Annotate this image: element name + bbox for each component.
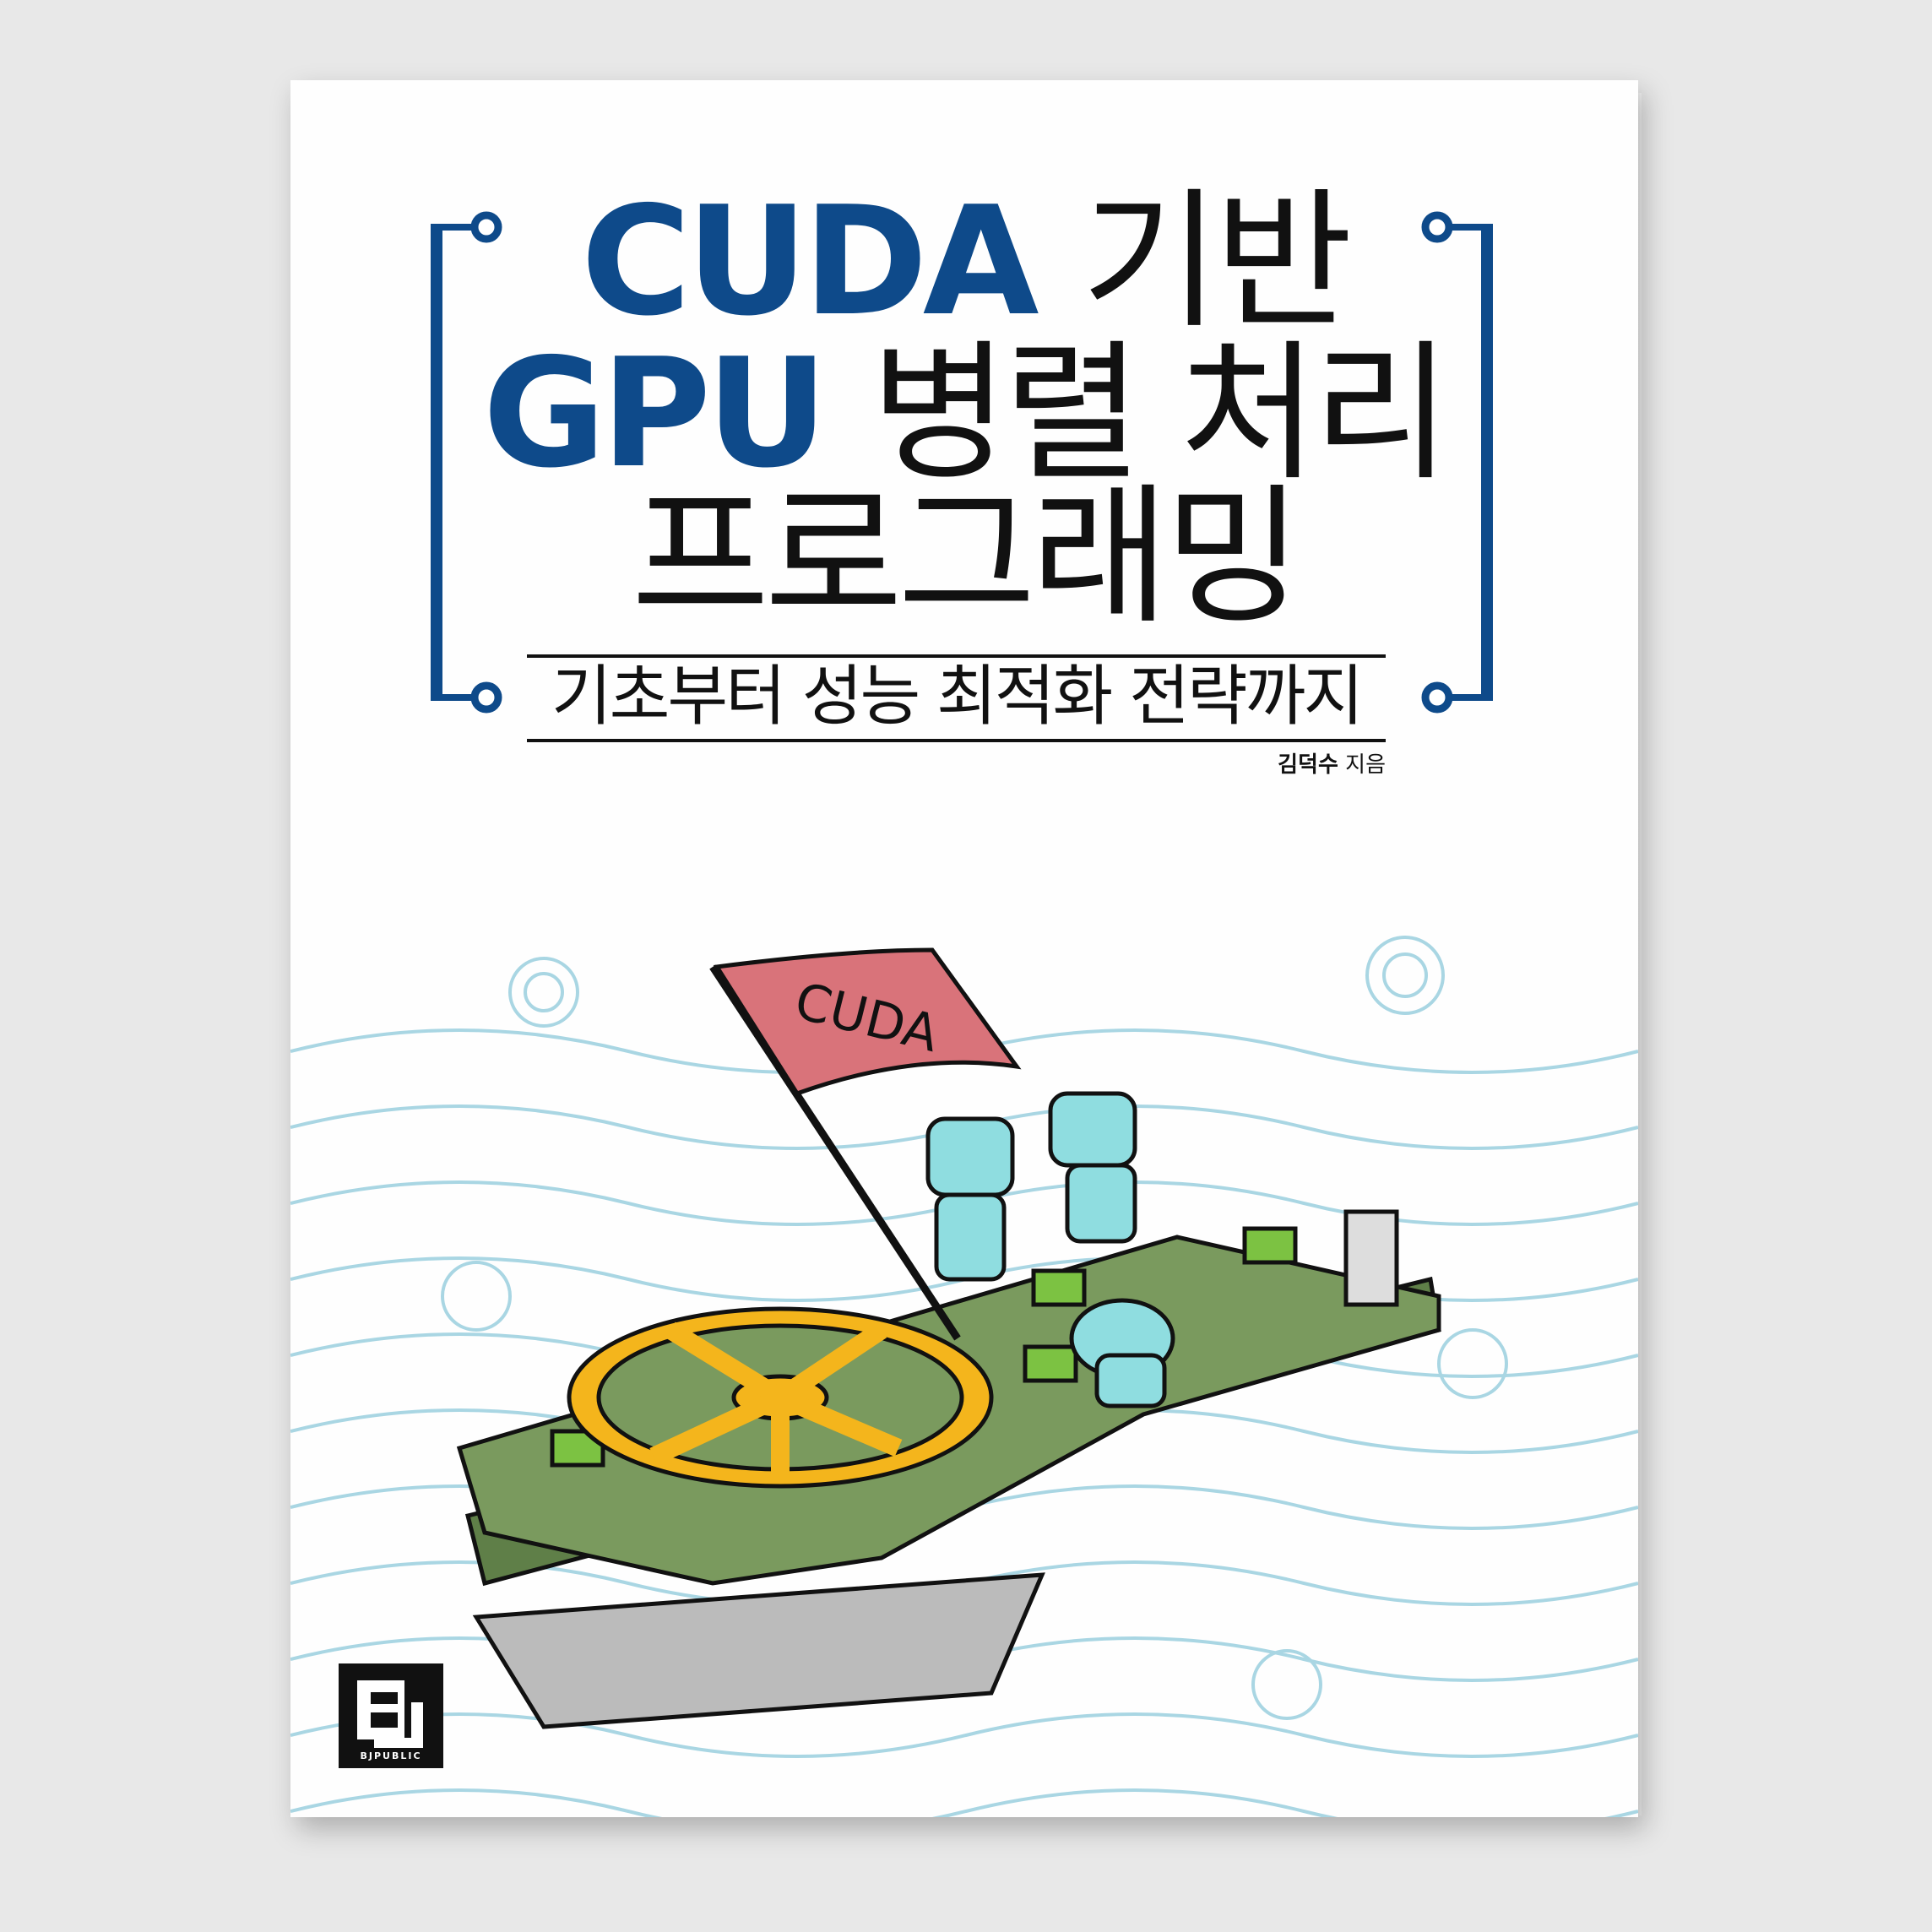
publisher-name: BJPUBLIC (360, 1750, 422, 1761)
book-cover: CUDA 기반 GPU 병렬 처리 프로그래밍 기초부터 성능 최적화 전략까지… (290, 80, 1638, 1817)
publisher-logo: BJPUBLIC (339, 1663, 443, 1768)
title-cuda: CUDA (580, 174, 1039, 349)
title-line-1: CUDA 기반 (290, 182, 1638, 342)
title-line-3: 프로그래밍 (631, 469, 1303, 644)
subtitle: 기초부터 성능 최적화 전략까지 (551, 659, 1364, 735)
title-based: 기반 (1081, 174, 1354, 349)
cover-illustration: CUDA (290, 936, 1638, 1817)
fan (567, 1306, 994, 1489)
subtitle-bottom-rule (527, 739, 1386, 742)
